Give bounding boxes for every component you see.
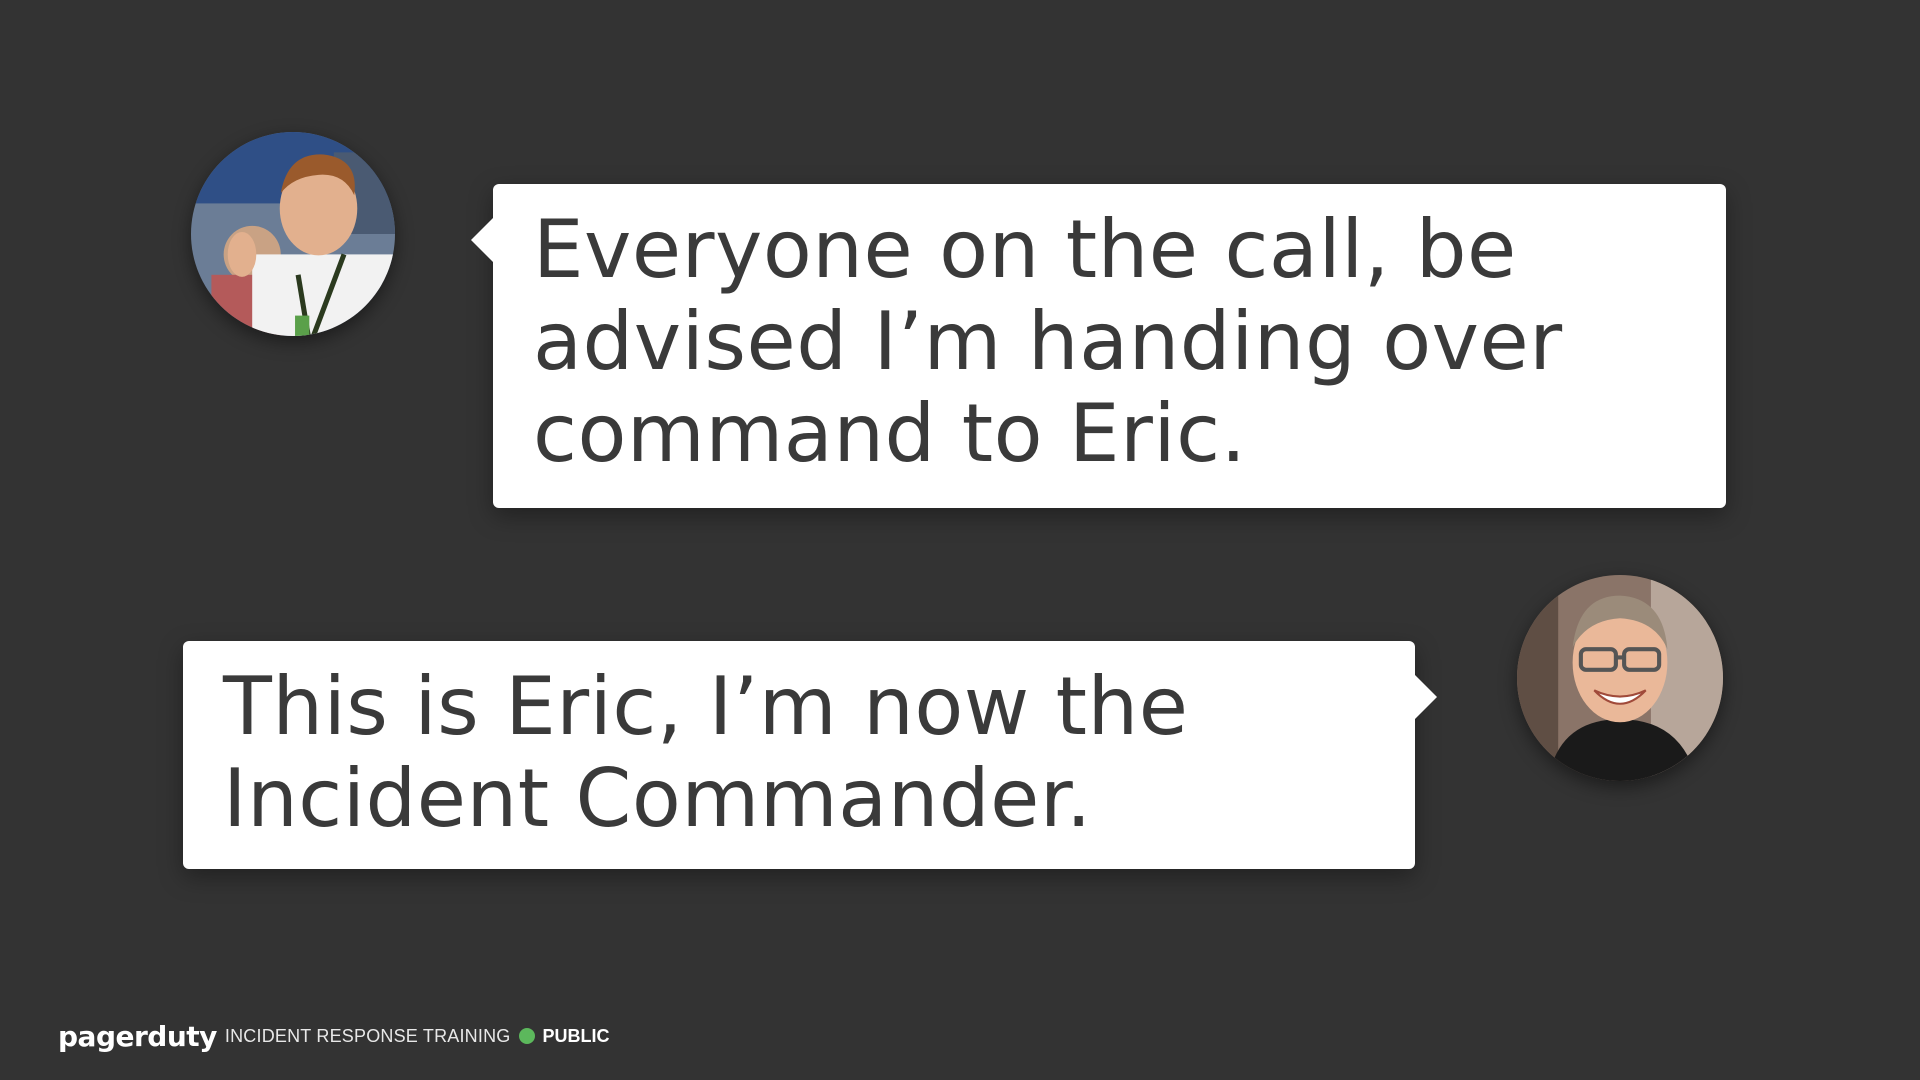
smiling-man-with-glasses-avatar-image	[1517, 575, 1723, 781]
acknowledge-message: This is Eric, I’m now the Incident Comma…	[223, 660, 1189, 845]
slide: Everyone on the call, be advised I’m han…	[0, 0, 1920, 1080]
pagerduty-logo: pagerduty	[58, 1019, 217, 1053]
speech-bubble-acknowledge: This is Eric, I’m now the Incident Comma…	[183, 641, 1437, 869]
footer-training-label: INCIDENT RESPONSE TRAINING	[224, 1025, 511, 1046]
footer: pagerduty INCIDENT RESPONSE TRAINING PUB…	[58, 1018, 610, 1054]
speaker-avatar-first	[191, 132, 395, 336]
status-label: PUBLIC	[542, 1025, 610, 1046]
speech-bubble-tail	[1415, 675, 1437, 719]
person-with-lanyard-avatar-image	[191, 132, 395, 336]
speaker-avatar-second	[1517, 575, 1723, 781]
handover-message: Everyone on the call, be advised I’m han…	[533, 203, 1563, 480]
speech-bubble-tail	[471, 218, 493, 262]
speech-bubble-handover: Everyone on the call, be advised I’m han…	[471, 184, 1726, 508]
status-dot-icon	[518, 1028, 535, 1044]
